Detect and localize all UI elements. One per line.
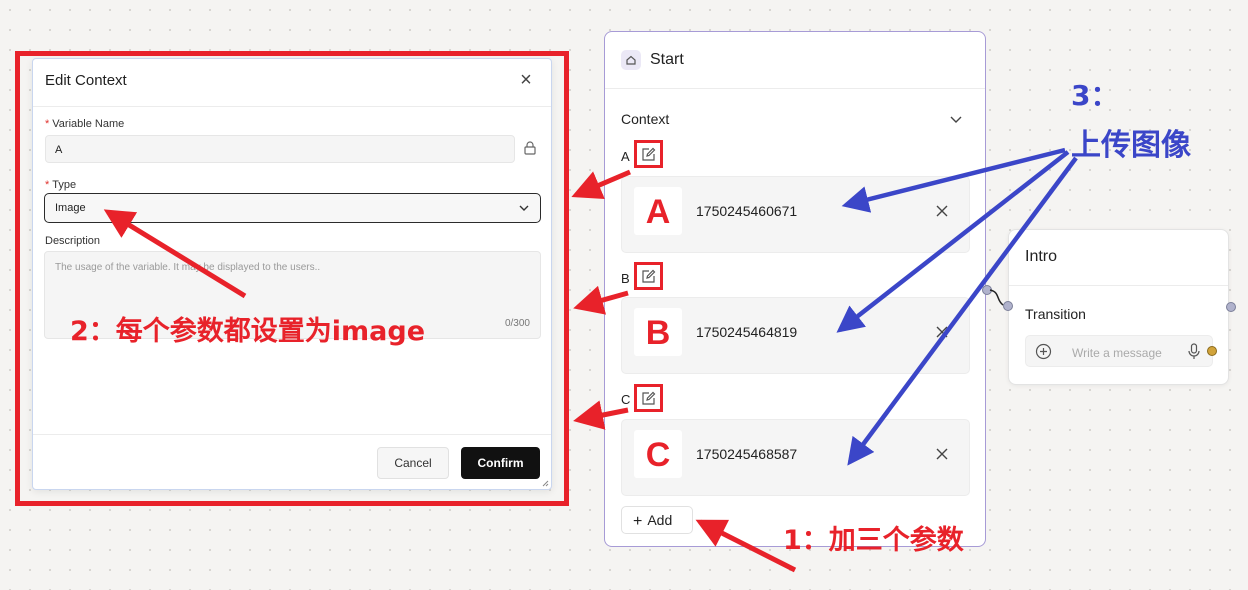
message-input[interactable]: Write a message (1025, 335, 1213, 367)
intro-node[interactable]: Intro Transition Write a message (1008, 229, 1229, 385)
image-thumbnail: C (634, 430, 682, 478)
start-node-divider (605, 88, 985, 89)
variable-letter-b: B (621, 271, 630, 286)
context-label: Context (621, 111, 670, 127)
dialog-highlight-box (15, 51, 569, 506)
image-filename: 1750245464819 (696, 324, 798, 340)
edit-icon (642, 147, 656, 161)
variable-letter-a: A (621, 149, 630, 164)
edit-icon (642, 391, 656, 405)
home-icon (621, 50, 641, 70)
message-placeholder: Write a message (1072, 346, 1162, 360)
transition-output-port[interactable] (1226, 302, 1236, 312)
image-thumbnail: A (634, 187, 682, 235)
remove-icon[interactable] (935, 447, 949, 461)
remove-icon[interactable] (935, 325, 949, 339)
start-node[interactable]: Start Context A A 1750245460671 B B 1750… (604, 31, 986, 547)
annotation-step3-number: 3： (1071, 79, 1119, 112)
edit-icon (642, 269, 656, 283)
annotation-step2: 2：每个参数都设置为image (70, 316, 426, 347)
intro-node-divider (1009, 285, 1228, 286)
variable-card-c[interactable]: C 1750245468587 (621, 419, 970, 496)
add-label: Add (647, 512, 673, 528)
annotation-step1: 1：加三个参数 (783, 525, 964, 556)
edit-variable-a-button[interactable] (634, 140, 663, 168)
image-thumbnail: B (634, 308, 682, 356)
image-filename: 1750245460671 (696, 203, 798, 219)
variable-card-b[interactable]: B 1750245464819 (621, 297, 970, 374)
message-output-port[interactable] (1207, 346, 1217, 356)
start-output-port[interactable] (982, 285, 992, 295)
edit-variable-c-button[interactable] (634, 384, 663, 412)
intro-input-port[interactable] (1003, 301, 1013, 311)
add-circle-icon[interactable] (1035, 343, 1052, 360)
connector-line (989, 289, 1004, 306)
remove-icon[interactable] (935, 204, 949, 218)
add-variable-button[interactable]: + Add (621, 506, 693, 534)
variable-card-a[interactable]: A 1750245460671 (621, 176, 970, 253)
edit-variable-b-button[interactable] (634, 262, 663, 290)
transition-label: Transition (1025, 306, 1086, 322)
intro-node-title: Intro (1025, 248, 1058, 265)
annotation-step3-text: 上传图像 (1071, 128, 1191, 163)
plus-icon: + (633, 513, 643, 530)
microphone-icon[interactable] (1187, 343, 1201, 360)
start-node-title: Start (650, 51, 684, 68)
variable-letter-c: C (621, 392, 631, 407)
image-filename: 1750245468587 (696, 446, 798, 462)
chevron-down-icon[interactable] (949, 112, 963, 126)
